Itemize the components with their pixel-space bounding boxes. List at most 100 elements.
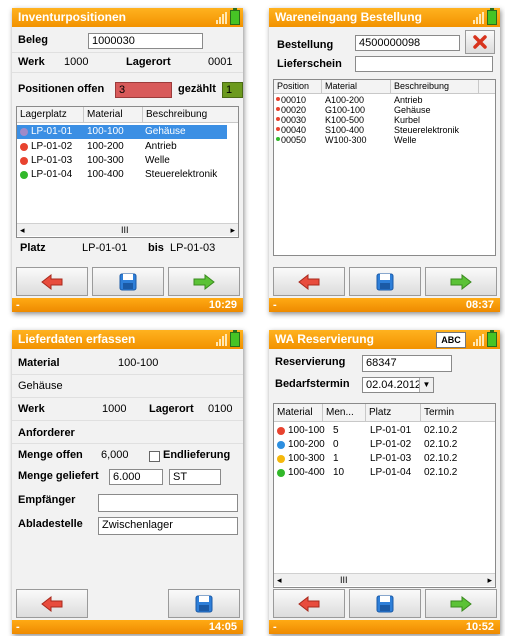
table-row[interactable]: 100-300 1 LP-01-03 02.10.2 bbox=[274, 452, 493, 466]
column-header[interactable]: Platz bbox=[366, 404, 421, 421]
window-title: Wareneingang Bestellung bbox=[275, 10, 422, 24]
row-material: W100-300 bbox=[325, 135, 367, 145]
material-label: Material bbox=[18, 357, 60, 369]
endlieferung-checkbox[interactable] bbox=[149, 451, 160, 462]
inventory-list[interactable]: Lagerplatz Material Beschreibung LP-01-0… bbox=[16, 106, 239, 238]
scroll-left-icon[interactable]: ◂ bbox=[277, 574, 282, 586]
abladestelle-input[interactable]: Zwischenlager bbox=[98, 517, 238, 535]
table-row[interactable]: LP-01-02 100-200 Antrieb bbox=[17, 140, 236, 154]
chevron-down-icon[interactable]: ▼ bbox=[419, 378, 433, 392]
werk-value: 1000 bbox=[64, 56, 89, 68]
bedarfstermin-dropdown[interactable]: 02.04.2012 ▼ bbox=[362, 377, 434, 393]
screen-lieferdaten-erfassen: Lieferdaten erfassen Material 100-100 Ge… bbox=[12, 330, 243, 634]
table-row[interactable]: 00040 S100-400 Steuerelektronik bbox=[274, 125, 493, 135]
status-bar: - 10:52 bbox=[269, 620, 500, 634]
back-button[interactable] bbox=[273, 267, 345, 296]
empfaenger-input[interactable] bbox=[98, 494, 238, 512]
row-lagerplatz: LP-01-02 bbox=[31, 141, 73, 152]
lieferschein-input[interactable] bbox=[355, 56, 493, 72]
werk-value: 1000 bbox=[102, 403, 127, 415]
endlieferung-label: Endlieferung bbox=[163, 449, 231, 461]
save-icon bbox=[195, 595, 213, 612]
row-beschreibung: Steuerelektronik bbox=[145, 169, 218, 180]
column-header[interactable]: Material bbox=[274, 404, 323, 421]
column-header[interactable]: Lagerplatz bbox=[17, 107, 84, 122]
table-row[interactable]: 00010 A100-200 Antrieb bbox=[274, 95, 493, 105]
scroll-thumb[interactable]: III bbox=[121, 224, 129, 236]
row-beschreibung: Welle bbox=[394, 135, 417, 145]
menge-offen-value: 6,000 bbox=[101, 449, 129, 461]
beleg-input[interactable]: 1000030 bbox=[88, 33, 203, 49]
table-row[interactable]: 00020 G100-100 Gehäuse bbox=[274, 105, 493, 115]
forward-button[interactable] bbox=[425, 589, 497, 618]
bestellung-input[interactable]: 4500000098 bbox=[355, 35, 460, 51]
werk-label: Werk bbox=[18, 56, 45, 68]
forward-button[interactable] bbox=[425, 267, 497, 296]
status-bar: - 10:29 bbox=[12, 298, 243, 312]
table-row[interactable]: 00030 K100-500 Kurbel bbox=[274, 115, 493, 125]
column-header[interactable]: Position bbox=[274, 80, 322, 93]
horizontal-scrollbar[interactable]: ◂ III ▸ bbox=[17, 223, 238, 236]
column-header[interactable]: Material bbox=[322, 80, 391, 93]
back-button[interactable] bbox=[16, 589, 88, 618]
status-dot-icon bbox=[276, 127, 280, 131]
table-row[interactable]: LP-01-04 100-400 Steuerelektronik bbox=[17, 168, 236, 182]
row-termin: 02.10.2 bbox=[424, 425, 458, 436]
battery-icon bbox=[487, 8, 497, 25]
forward-button[interactable] bbox=[168, 267, 240, 296]
column-header[interactable]: Material bbox=[84, 107, 143, 122]
table-row[interactable]: 00050 W100-300 Welle bbox=[274, 135, 493, 145]
row-lagerplatz: LP-01-03 bbox=[31, 155, 73, 166]
column-header[interactable]: Beschreibung bbox=[143, 107, 238, 122]
screen-wa-reservierung: WA Reservierung ABC Reservierung 68347 B… bbox=[269, 330, 500, 634]
row-beschreibung: Antrieb bbox=[394, 95, 423, 105]
reservierung-input[interactable]: 68347 bbox=[362, 355, 452, 372]
row-material: S100-400 bbox=[325, 125, 365, 135]
scroll-left-icon[interactable]: ◂ bbox=[20, 224, 25, 236]
table-row[interactable]: 100-200 0 LP-01-02 02.10.2 bbox=[274, 438, 493, 452]
clear-button[interactable] bbox=[465, 30, 495, 54]
table-row[interactable]: 100-100 5 LP-01-01 02.10.2 bbox=[274, 424, 493, 438]
status-dot-icon bbox=[20, 171, 28, 179]
menge-geliefert-input[interactable]: 6.000 bbox=[109, 469, 163, 485]
arrow-left-icon bbox=[298, 595, 320, 612]
horizontal-scrollbar[interactable]: ◂ III ▸ bbox=[274, 573, 495, 586]
row-position: 00020 bbox=[281, 105, 307, 115]
status-dot-icon bbox=[277, 441, 285, 449]
unit-input[interactable]: ST bbox=[169, 469, 221, 485]
column-header[interactable]: Men... bbox=[323, 404, 366, 421]
gezaehlt-value: 1 bbox=[222, 82, 243, 98]
row-platz: LP-01-03 bbox=[370, 453, 412, 464]
save-button[interactable] bbox=[349, 267, 421, 296]
column-header[interactable]: Termin bbox=[421, 404, 495, 421]
list-header: Material Men... Platz Termin bbox=[274, 404, 495, 422]
scroll-thumb[interactable]: III bbox=[340, 574, 348, 586]
row-position: 00030 bbox=[281, 115, 307, 125]
save-button[interactable] bbox=[168, 589, 240, 618]
save-button[interactable] bbox=[92, 267, 164, 296]
table-row[interactable]: LP-01-01 100-100 Gehäuse bbox=[17, 125, 227, 139]
scroll-right-icon[interactable]: ▸ bbox=[487, 574, 492, 586]
anforderer-label: Anforderer bbox=[18, 427, 75, 439]
scroll-right-icon[interactable]: ▸ bbox=[230, 224, 235, 236]
row-beschreibung: Gehäuse bbox=[145, 126, 186, 137]
input-mode-indicator[interactable]: ABC bbox=[436, 332, 466, 348]
table-row[interactable]: 100-400 10 LP-01-04 02.10.2 bbox=[274, 466, 493, 480]
row-material: A100-200 bbox=[325, 95, 365, 105]
row-material: 100-200 bbox=[288, 439, 325, 450]
row-termin: 02.10.2 bbox=[424, 439, 458, 450]
save-button[interactable] bbox=[349, 589, 421, 618]
title-bar: Wareneingang Bestellung bbox=[269, 8, 500, 27]
reservation-list[interactable]: Material Men... Platz Termin 100-100 5 L… bbox=[273, 403, 496, 588]
signal-icon bbox=[473, 334, 484, 346]
status-dot-icon bbox=[276, 137, 280, 141]
table-row[interactable]: LP-01-03 100-300 Welle bbox=[17, 154, 236, 168]
order-positions-list[interactable]: Position Material Beschreibung 00010 A10… bbox=[273, 79, 496, 256]
column-header[interactable]: Beschreibung bbox=[391, 80, 479, 93]
status-dot-icon bbox=[277, 427, 285, 435]
row-material: 100-400 bbox=[87, 169, 124, 180]
row-menge: 5 bbox=[333, 425, 339, 436]
row-menge: 10 bbox=[333, 467, 345, 478]
back-button[interactable] bbox=[273, 589, 345, 618]
back-button[interactable] bbox=[16, 267, 88, 296]
